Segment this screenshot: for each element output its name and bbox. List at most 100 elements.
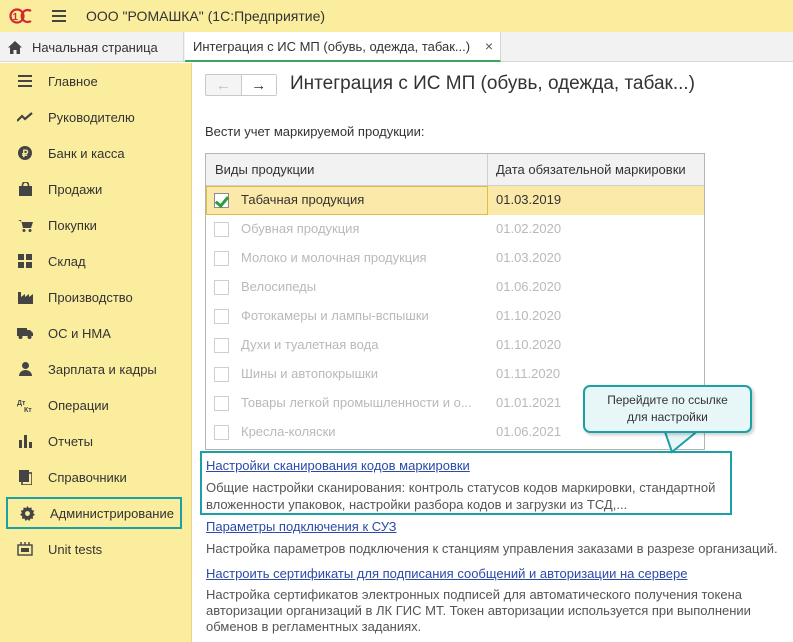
sidebar-item-label: Покупки (48, 217, 97, 233)
svg-text:Кт: Кт (24, 407, 32, 412)
bag-icon (17, 181, 33, 197)
row-marking-date: 01.02.2020 (496, 221, 562, 236)
row-product-name: Обувная продукция (241, 221, 360, 236)
cart-icon (17, 217, 33, 233)
sidebar-item-label: Зарплата и кадры (48, 361, 157, 377)
book-icon (17, 469, 33, 485)
home-icon (8, 40, 22, 54)
sidebar-item-label: Банк и касса (48, 145, 125, 161)
sidebar-item-label: ОС и НМА (48, 325, 111, 341)
main-menu-icon[interactable] (52, 10, 66, 22)
scan-settings-link[interactable]: Настройки сканирования кодов маркировки (206, 458, 470, 473)
row-marking-date: 01.03.2019 (496, 192, 562, 207)
tab-home[interactable]: Начальная страница (0, 32, 184, 62)
row-checkbox[interactable] (214, 309, 229, 324)
sidebar-item-operations[interactable]: Дт Кт Операции (6, 389, 182, 421)
app-title: ООО "РОМАШКА" (1С:Предприятие) (86, 8, 326, 24)
column-header-marking-date[interactable]: Дата обязательной маркировки (488, 154, 704, 185)
title-bar: 1 ООО "РОМАШКА" (1С:Предприятие) (0, 0, 793, 32)
sidebar-item-assets[interactable]: ОС и НМА (6, 317, 182, 349)
tab-integration[interactable]: Интеграция с ИС МП (обувь, одежда, табак… (185, 32, 501, 62)
row-marking-date: 01.06.2021 (496, 424, 562, 439)
table-row[interactable]: Табачная продукция 01.03.2019 (206, 186, 704, 215)
svg-text:1: 1 (13, 12, 19, 23)
row-product-name: Кресла-коляски (241, 424, 336, 439)
row-marking-date: 01.10.2020 (496, 308, 562, 323)
sidebar-item-label: Продажи (48, 181, 103, 197)
certificates-desc-2: авторизации организаций в ЛК ГИС МТ. Ток… (206, 603, 751, 618)
forward-arrow-icon[interactable]: → (241, 75, 276, 95)
row-marking-date: 01.11.2020 (496, 366, 561, 381)
row-product-name: Молоко и молочная продукция (241, 250, 427, 265)
table-row[interactable]: Духи и туалетная вода 01.10.2020 (206, 331, 704, 360)
row-marking-date: 01.06.2020 (496, 279, 562, 294)
sidebar-item-references[interactable]: Справочники (6, 461, 182, 493)
row-product-name: Шины и автопокрышки (241, 366, 378, 381)
close-tab-icon[interactable]: × (485, 38, 493, 54)
suz-params-link[interactable]: Параметры подключения к СУЗ (206, 519, 397, 534)
sidebar-item-bank[interactable]: ₽ Банк и касса (6, 137, 182, 169)
hint-callout: Перейдите по ссылке для настройки (583, 385, 752, 433)
certificates-desc-1: Настройка сертификатов электронных подпи… (206, 587, 742, 602)
sidebar-item-sales[interactable]: Продажи (6, 173, 182, 205)
sidebar: Главное Руководителю ₽ Банк и касса Прод… (0, 63, 192, 642)
table-row[interactable]: Молоко и молочная продукция 01.03.2020 (206, 244, 704, 273)
table-row[interactable]: Обувная продукция 01.02.2020 (206, 215, 704, 244)
certificates-desc-3: обменов в регламентных заданиях. (206, 619, 422, 634)
row-product-name: Велосипеды (241, 279, 317, 294)
menu-lines-icon (17, 73, 33, 89)
row-checkbox[interactable] (214, 425, 229, 440)
certificates-link[interactable]: Настроить сертификаты для подписания соо… (206, 566, 687, 581)
row-checkbox[interactable] (214, 251, 229, 266)
sidebar-item-label: Склад (48, 253, 86, 269)
trend-icon (17, 109, 33, 125)
coin-icon: ₽ (17, 145, 33, 161)
row-product-name: Табачная продукция (241, 192, 365, 207)
sidebar-item-label: Руководителю (48, 109, 135, 125)
tab-home-label: Начальная страница (32, 39, 158, 55)
table-row[interactable]: Фотокамеры и лампы-вспышки 01.10.2020 (206, 302, 704, 331)
sidebar-item-main[interactable]: Главное (6, 65, 182, 97)
1c-logo-icon: 1 (9, 8, 32, 24)
dt-kt-icon: Дт Кт (17, 397, 33, 413)
sidebar-item-purchases[interactable]: Покупки (6, 209, 182, 241)
navigation-buttons: ← → (205, 74, 277, 96)
row-checkbox[interactable] (214, 280, 229, 295)
suz-params-desc-1: Настройка параметров подключения к станц… (206, 541, 778, 556)
bar-chart-icon (17, 433, 33, 449)
row-product-name: Товары легкой промышленности и о... (241, 395, 472, 410)
back-arrow-icon[interactable]: ← (206, 75, 242, 95)
sidebar-item-unit-tests[interactable]: Unit tests (6, 533, 182, 565)
row-marking-date: 01.03.2020 (496, 250, 562, 265)
row-checkbox[interactable] (214, 222, 229, 237)
sidebar-item-director[interactable]: Руководителю (6, 101, 182, 133)
table-header: Виды продукции Дата обязательной маркиро… (206, 154, 704, 186)
page-title: Интеграция с ИС МП (обувь, одежда, табак… (290, 73, 695, 94)
svg-text:₽: ₽ (22, 149, 29, 160)
row-checkbox[interactable] (214, 193, 229, 208)
column-header-product-type[interactable]: Виды продукции (206, 154, 488, 185)
table-row[interactable]: Велосипеды 01.06.2020 (206, 273, 704, 302)
row-checkbox[interactable] (214, 367, 229, 382)
tab-bar: Начальная страница Интеграция с ИС МП (о… (0, 32, 793, 62)
sidebar-item-production[interactable]: Производство (6, 281, 182, 313)
row-checkbox[interactable] (214, 396, 229, 411)
row-product-name: Фотокамеры и лампы-вспышки (241, 308, 429, 323)
row-checkbox[interactable] (214, 338, 229, 353)
sidebar-item-label: Справочники (48, 469, 127, 485)
sidebar-item-label: Отчеты (48, 433, 93, 449)
tests-icon (17, 541, 33, 557)
svg-text:Дт: Дт (17, 400, 26, 407)
sidebar-item-label: Администрирование (50, 505, 174, 521)
truck-icon (17, 325, 33, 341)
sidebar-item-administration[interactable]: Администрирование (6, 497, 182, 529)
sidebar-item-label: Операции (48, 397, 109, 413)
callout-line-2: для настройки (627, 410, 708, 424)
intro-label: Вести учет маркируемой продукции: (205, 124, 425, 139)
sidebar-item-warehouse[interactable]: Склад (6, 245, 182, 277)
factory-icon (17, 289, 33, 305)
sidebar-item-reports[interactable]: Отчеты (6, 425, 182, 457)
person-icon (17, 361, 33, 377)
sidebar-item-salary[interactable]: Зарплата и кадры (6, 353, 182, 385)
sidebar-item-label: Главное (48, 73, 98, 89)
